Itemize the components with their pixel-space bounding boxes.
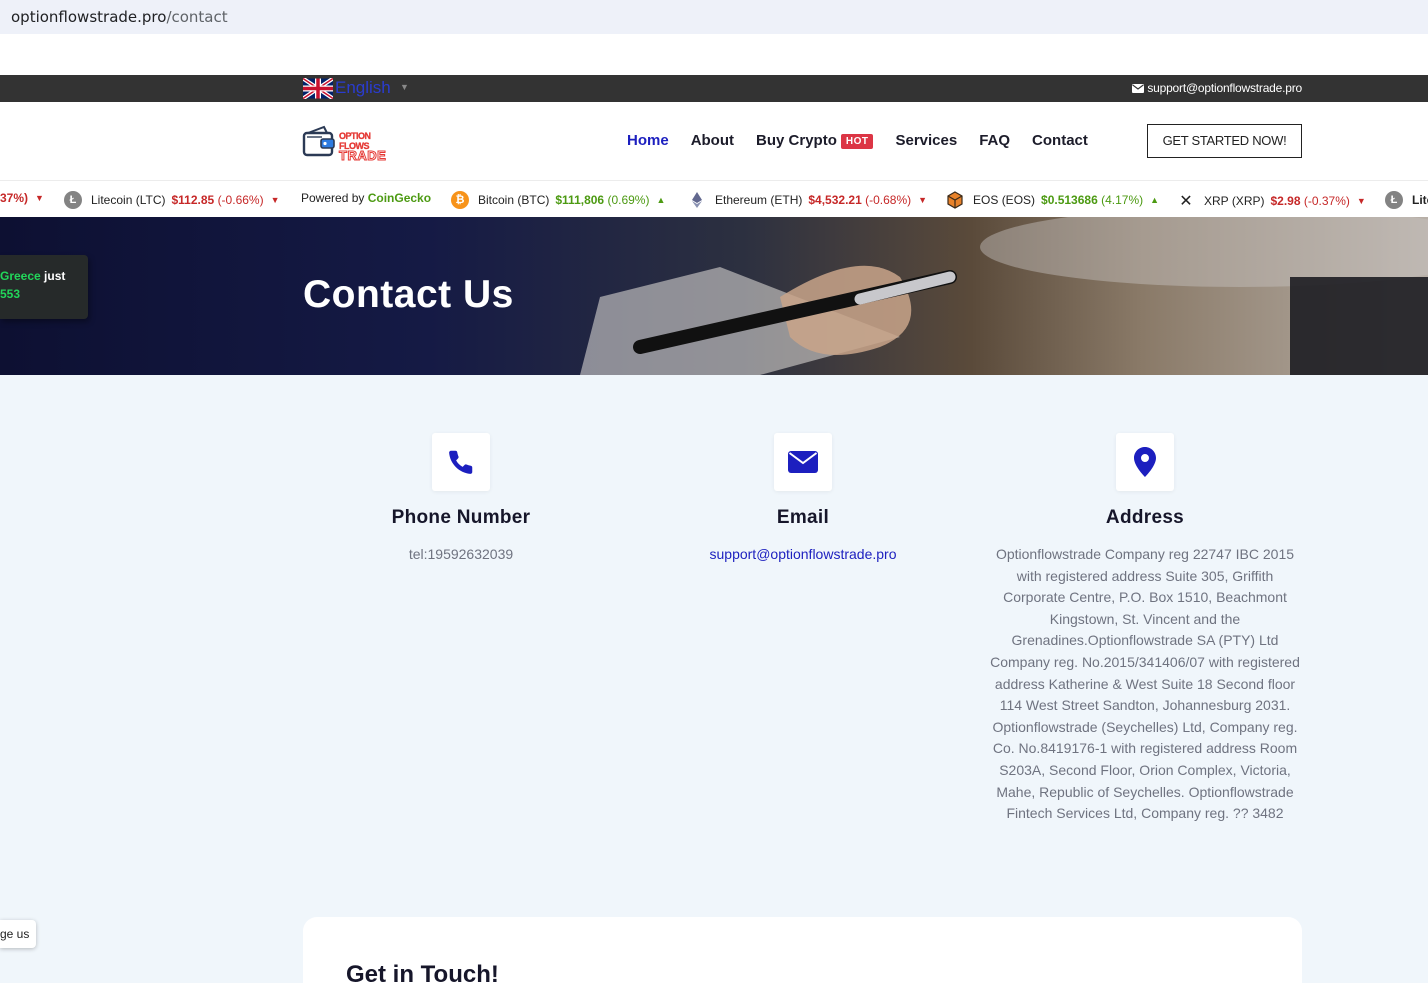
nav-services[interactable]: Services: [895, 132, 957, 149]
ticker-item-ltc[interactable]: Ł Litecoin (LTC) $112.85 (-0.66%) ▼: [64, 191, 280, 209]
coin-change: (0.69%): [607, 193, 650, 207]
coin-symbol: (BTC): [517, 193, 550, 207]
ticker-item-btc[interactable]: ₿ Bitcoin (BTC) $111,806 (0.69%) ▲: [451, 191, 665, 209]
coin-price: $2.98: [1270, 194, 1301, 208]
top-email-link[interactable]: support@optionflowstrade.pro: [1132, 81, 1302, 95]
eos-icon: [947, 191, 963, 209]
toast-amount: 553: [0, 287, 21, 301]
coin-change: (4.17%): [1101, 193, 1144, 207]
coin-symbol: (LTC): [135, 193, 166, 207]
top-bar: English ▼ support@optionflowstrade.pro: [0, 75, 1428, 102]
coin-name: Ethereum: [715, 193, 768, 207]
message-us-button[interactable]: ge us: [0, 920, 36, 948]
phone-card: Phone Number tel:19592632039: [311, 433, 611, 566]
phone-icon-box: [432, 433, 490, 491]
coin-symbol: (ETH): [770, 193, 803, 207]
hot-badge: HOT: [840, 134, 874, 149]
nav-buy-crypto-label[interactable]: Buy Crypto: [756, 132, 837, 149]
hero-background-image: [580, 217, 1428, 375]
chevron-down-icon[interactable]: ▼: [400, 82, 409, 92]
coingecko-link[interactable]: CoinGecko: [368, 191, 431, 205]
phone-title: Phone Number: [391, 507, 531, 528]
coin-price: $112.85: [171, 193, 215, 207]
litecoin-icon: Ł: [1385, 191, 1403, 209]
coin-symbol: (EOS): [1001, 193, 1036, 207]
language-selector[interactable]: English: [335, 78, 391, 98]
arrow-down-icon: ▼: [35, 193, 44, 203]
nav-about[interactable]: About: [691, 132, 734, 149]
email-link[interactable]: support@optionflowstrade.pro: [653, 544, 953, 566]
arrow-up-icon: ▲: [656, 195, 666, 205]
get-started-button[interactable]: GET STARTED NOW!: [1147, 124, 1302, 158]
nav-home[interactable]: Home: [627, 132, 669, 149]
arrow-down-icon: ▼: [270, 195, 280, 205]
envelope-icon: [788, 451, 818, 473]
hero-banner: Contact Us: [0, 217, 1428, 375]
map-pin-icon: [1134, 447, 1156, 477]
site-logo[interactable]: OPTION FLOWS TRADE: [302, 124, 402, 163]
url-text[interactable]: optionflowstrade.pro/contact: [11, 8, 228, 26]
envelope-icon: [1132, 84, 1145, 93]
arrow-up-icon: ▲: [1150, 195, 1160, 205]
coin-name: EOS: [973, 193, 999, 207]
ticker-item-eos[interactable]: EOS (EOS) $0.513686 (4.17%) ▲: [946, 191, 1159, 209]
ethereum-icon: [692, 192, 702, 208]
get-in-touch-card: Get in Touch!: [303, 917, 1302, 997]
nav-links: Home About Buy Crypto HOT Services FAQ Co…: [627, 132, 1110, 149]
litecoin-icon: Ł: [64, 191, 82, 209]
coin-name: Litecoin: [91, 193, 133, 207]
coin-symbol: (XRP): [1231, 194, 1265, 208]
powered-by[interactable]: Powered by CoinGecko: [301, 191, 431, 205]
page-title: Contact Us: [303, 273, 514, 316]
powered-prefix: Powered by: [301, 191, 365, 205]
email-icon-box: [774, 433, 832, 491]
bitcoin-icon: ₿: [451, 191, 469, 209]
phone-value[interactable]: tel:19592632039: [311, 544, 611, 566]
phone-icon: [449, 450, 473, 474]
coin-change: (-0.37%): [1303, 194, 1350, 208]
coin-name: Bitcoin: [478, 193, 515, 207]
activity-toast[interactable]: Greece just 553: [0, 255, 88, 319]
get-in-touch-title: Get in Touch!: [346, 961, 499, 988]
arrow-down-icon: ▼: [918, 195, 928, 205]
xrp-icon: ✕: [1179, 193, 1193, 210]
coin-change: (-0.68%): [865, 193, 912, 207]
coin-price: $0.513686: [1041, 193, 1098, 207]
ticker-tail-text: Lite: [1412, 193, 1428, 207]
email-card: Email support@optionflowstrade.pro: [653, 433, 953, 566]
coin-change: (-0.66%): [217, 193, 264, 207]
ticker-item-head[interactable]: 37%) ▼: [0, 191, 44, 205]
nav-faq[interactable]: FAQ: [979, 132, 1010, 149]
coin-price: $4,532.21: [808, 193, 862, 207]
toast-country: Greece: [0, 269, 41, 283]
arrow-down-icon: ▼: [1356, 196, 1366, 206]
coin-price: $111,806: [555, 193, 605, 207]
wallet-icon: [302, 125, 335, 157]
logo-line2: TRADE: [339, 148, 387, 163]
email-title: Email: [776, 507, 830, 528]
ticker-item-tail[interactable]: Ł Lite: [1385, 191, 1428, 209]
address-title: Address: [1105, 507, 1185, 528]
uk-flag-icon[interactable]: [303, 78, 333, 99]
address-value: Optionflowstrade Company reg 22747 IBC 2…: [990, 546, 1300, 822]
nav-contact[interactable]: Contact: [1032, 132, 1088, 149]
ticker-head-change: 37%): [0, 191, 29, 205]
crypto-ticker: 37%) ▼ Ł Litecoin (LTC) $112.85 (-0.66%) …: [0, 180, 1428, 217]
address-icon-box: [1116, 433, 1174, 491]
ticker-item-xrp[interactable]: ✕ XRP (XRP) $2.98 (-0.37%) ▼: [1177, 191, 1366, 211]
main-navbar: OPTION FLOWS TRADE Home About Buy Crypto…: [0, 102, 1428, 180]
address-card: Address Optionflowstrade Company reg 227…: [990, 433, 1300, 825]
toast-suffix: just: [44, 269, 66, 283]
browser-address-bar[interactable]: optionflowstrade.pro/contact: [0, 0, 1428, 34]
coin-name: XRP: [1204, 194, 1229, 208]
ticker-item-eth[interactable]: Ethereum (ETH) $4,532.21 (-0.68%) ▼: [688, 191, 927, 209]
nav-buy-crypto[interactable]: Buy Crypto HOT: [756, 132, 874, 149]
